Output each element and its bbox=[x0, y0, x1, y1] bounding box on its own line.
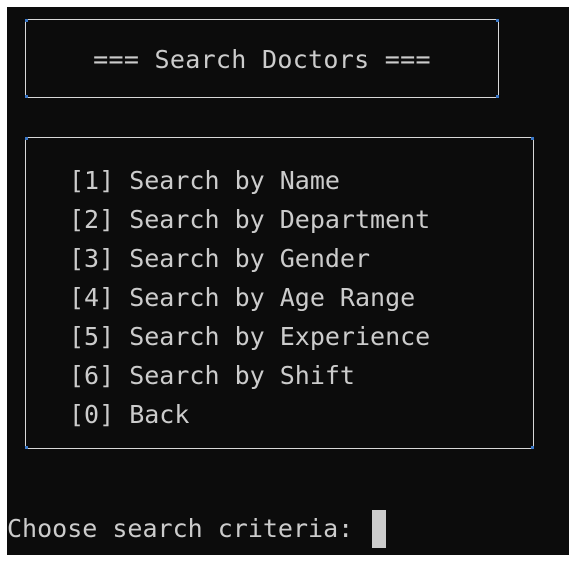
title-box-corner-br bbox=[496, 95, 499, 98]
menu-item-search-by-shift: [6] Search by Shift bbox=[69, 361, 355, 390]
menu-item-search-by-department: [2] Search by Department bbox=[69, 205, 431, 234]
page-title: === Search Doctors === bbox=[93, 45, 431, 74]
title-box-corner-tr bbox=[496, 19, 499, 22]
prompt-line[interactable]: Choose search criteria: bbox=[7, 509, 387, 549]
menu-item-search-by-age-range: [4] Search by Age Range bbox=[69, 283, 416, 312]
title-box-corner-bl bbox=[25, 95, 28, 98]
menu-item-search-by-experience: [5] Search by Experience bbox=[69, 322, 431, 351]
menu-item-back: [0] Back bbox=[69, 400, 190, 429]
terminal-window: === Search Doctors === [1] Search by Nam… bbox=[7, 7, 569, 555]
menu-box: [1] Search by Name [2] Search by Departm… bbox=[25, 137, 534, 449]
menu-box-corner-br bbox=[531, 446, 534, 449]
prompt-text: Choose search criteria: bbox=[7, 514, 369, 543]
menu-box-corner-tl bbox=[25, 137, 28, 140]
menu-item-search-by-name: [1] Search by Name bbox=[69, 166, 340, 195]
menu-list: [1] Search by Name [2] Search by Departm… bbox=[69, 161, 430, 434]
title-box: === Search Doctors === bbox=[25, 19, 499, 98]
text-cursor[interactable] bbox=[372, 510, 387, 548]
menu-item-search-by-gender: [3] Search by Gender bbox=[69, 244, 371, 273]
menu-box-corner-bl bbox=[25, 446, 28, 449]
title-box-corner-tl bbox=[25, 19, 28, 22]
menu-box-corner-tr bbox=[531, 137, 534, 140]
